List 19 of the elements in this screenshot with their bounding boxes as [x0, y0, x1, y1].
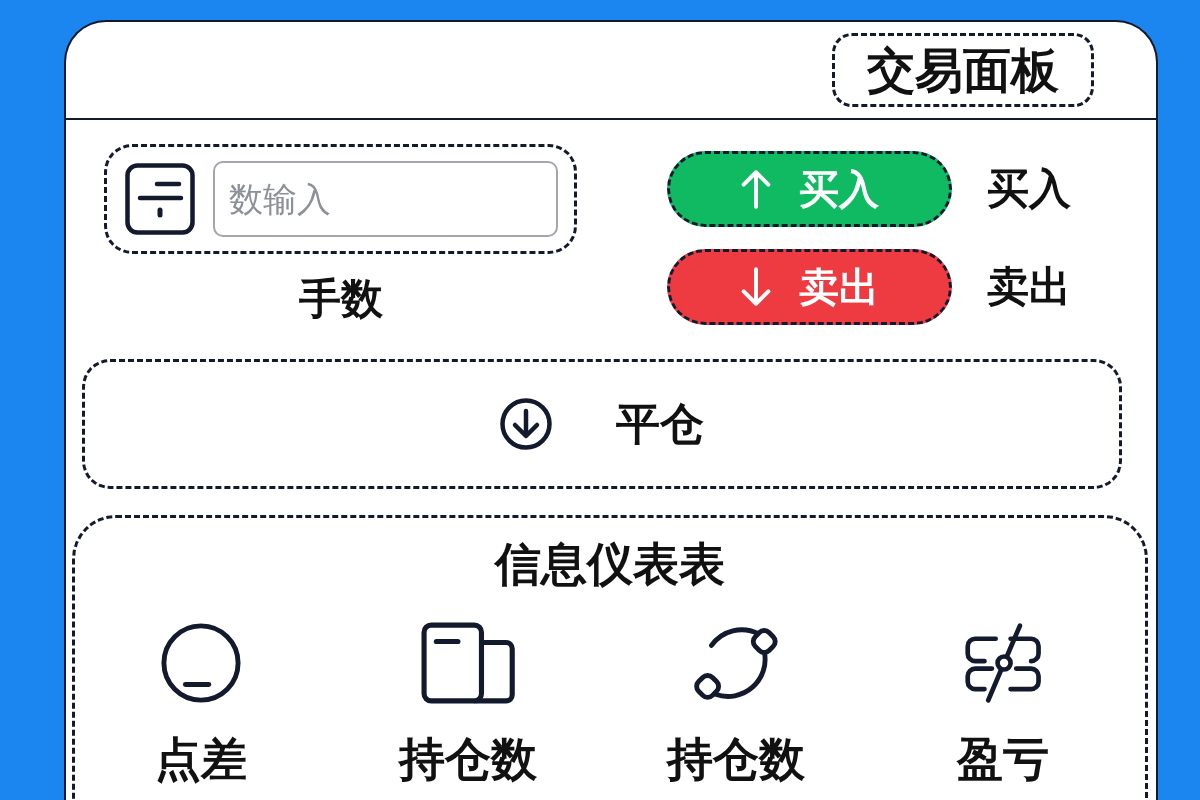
slash-brackets-icon: [964, 622, 1043, 704]
up-arrow-icon: [740, 169, 771, 209]
metric-label: 持仓数: [666, 732, 805, 786]
divide-icon[interactable]: [125, 163, 195, 235]
down-arrow-icon: [740, 267, 771, 307]
order-label: 买入: [987, 164, 1071, 214]
dashboard-title: 信息仪表表: [495, 536, 725, 592]
order-label: 卖出: [987, 262, 1071, 312]
sell-button[interactable]: 卖出: [667, 249, 952, 325]
circle-minus-icon: [159, 622, 242, 704]
quantity-label: 手数: [298, 274, 383, 324]
cards-icon: [421, 622, 516, 704]
metric-label: 点差: [154, 732, 247, 786]
close-position-button[interactable]: 平仓: [82, 359, 1122, 489]
metric-label: 盈亏: [957, 732, 1050, 786]
quantity-input[interactable]: 数输入: [213, 161, 558, 237]
buy-button[interactable]: 买入: [667, 151, 952, 227]
metric-label: 持仓数: [399, 732, 538, 786]
panel-title: 交易面板: [832, 33, 1094, 107]
